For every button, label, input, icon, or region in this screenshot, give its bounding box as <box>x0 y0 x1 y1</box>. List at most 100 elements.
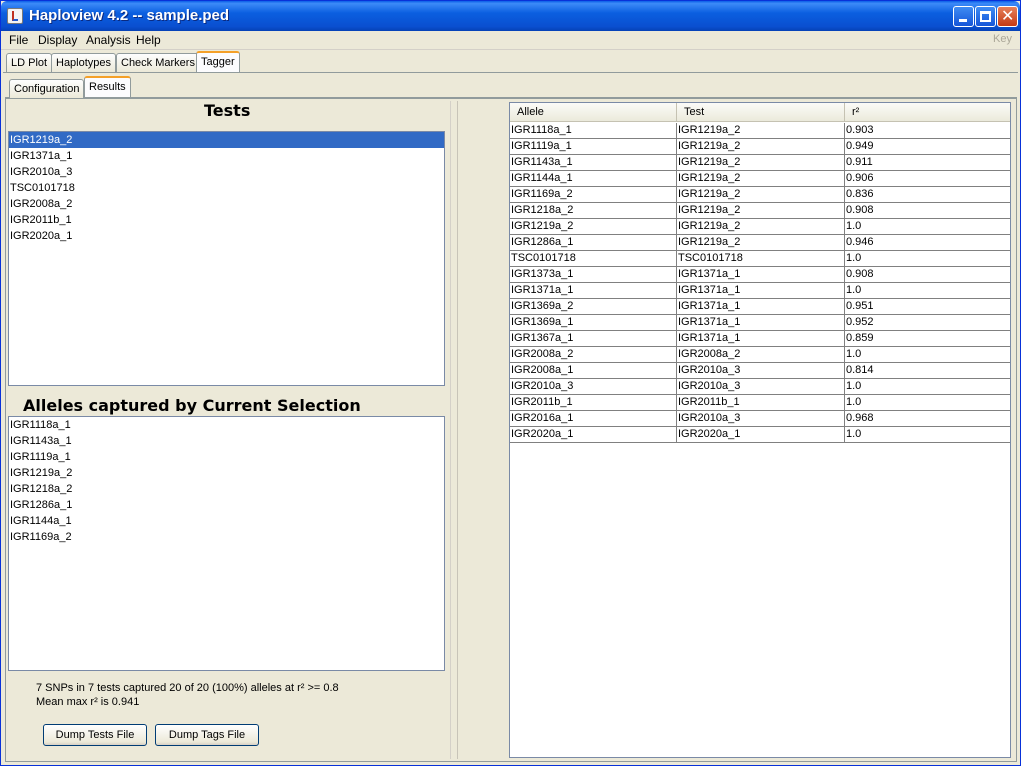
cell-r2: 1.0 <box>845 219 1010 235</box>
cell-test: TSC0101718 <box>677 251 845 267</box>
cell-test: IGR1219a_2 <box>677 171 845 187</box>
test-list-item[interactable]: IGR2020a_1 <box>9 228 444 244</box>
dump-tags-button[interactable]: Dump Tags File <box>155 724 259 746</box>
table-row[interactable]: IGR1286a_1 IGR1219a_2 0.946 <box>510 235 1010 251</box>
tab-check-markers[interactable]: Check Markers <box>116 53 200 72</box>
menu-bar: File Display Analysis Help Key <box>1 31 1020 50</box>
cell-allele: IGR1373a_1 <box>510 267 677 283</box>
allele-list-item[interactable]: IGR1169a_2 <box>9 529 444 545</box>
allele-list-item[interactable]: IGR1144a_1 <box>9 513 444 529</box>
table-row[interactable]: IGR2020a_1 IGR2020a_1 1.0 <box>510 427 1010 443</box>
split-pane-divider[interactable] <box>450 101 458 759</box>
table-row[interactable]: IGR2008a_1 IGR2010a_3 0.814 <box>510 363 1010 379</box>
table-row[interactable]: IGR1369a_1 IGR1371a_1 0.952 <box>510 315 1010 331</box>
column-header-r2[interactable]: r² <box>845 103 1010 122</box>
tests-list[interactable]: IGR1219a_2 IGR1371a_1 IGR2010a_3 TSC0101718… <box>8 131 445 386</box>
dump-tests-button[interactable]: Dump Tests File <box>43 724 147 746</box>
tab-configuration[interactable]: Configuration <box>9 79 85 98</box>
close-icon: ✕ <box>1001 6 1015 25</box>
cell-test: IGR1219a_2 <box>677 203 845 219</box>
cell-r2: 1.0 <box>845 283 1010 299</box>
cell-r2: 1.0 <box>845 427 1010 443</box>
allele-list-item[interactable]: IGR1119a_1 <box>9 449 444 465</box>
cell-allele: IGR1371a_1 <box>510 283 677 299</box>
cell-r2: 0.951 <box>845 299 1010 315</box>
column-header-allele[interactable]: Allele <box>510 103 677 122</box>
tab-ld-plot[interactable]: LD Plot <box>6 53 53 72</box>
allele-list-item[interactable]: IGR1118a_1 <box>9 417 444 433</box>
test-list-item[interactable]: IGR2011b_1 <box>9 212 444 228</box>
cell-r2: 0.908 <box>845 267 1010 283</box>
menu-analysis[interactable]: Analysis <box>86 33 131 47</box>
menu-file[interactable]: File <box>9 33 28 47</box>
table-row[interactable]: IGR2016a_1 IGR2010a_3 0.968 <box>510 411 1010 427</box>
summary-line-1: 7 SNPs in 7 tests captured 20 of 20 (100… <box>36 682 339 694</box>
cell-test: IGR2010a_3 <box>677 411 845 427</box>
key-label: Key <box>993 33 1012 45</box>
cell-allele: IGR2011b_1 <box>510 395 677 411</box>
test-list-item[interactable]: TSC0101718 <box>9 180 444 196</box>
cell-allele: IGR2010a_3 <box>510 379 677 395</box>
maximize-icon <box>980 11 991 22</box>
haploview-window: Haploview 4.2 -- sample.ped ✕ File Displ… <box>0 0 1021 766</box>
table-row[interactable]: IGR2008a_2 IGR2008a_2 1.0 <box>510 347 1010 363</box>
cell-allele: IGR1144a_1 <box>510 171 677 187</box>
cell-allele: IGR1119a_1 <box>510 139 677 155</box>
cell-allele: IGR1369a_2 <box>510 299 677 315</box>
cell-allele: IGR1369a_1 <box>510 315 677 331</box>
allele-list-item[interactable]: IGR1219a_2 <box>9 465 444 481</box>
tab-results[interactable]: Results <box>84 76 131 97</box>
column-header-test[interactable]: Test <box>677 103 845 122</box>
table-row[interactable]: IGR1371a_1 IGR1371a_1 1.0 <box>510 283 1010 299</box>
table-row[interactable]: IGR1219a_2 IGR1219a_2 1.0 <box>510 219 1010 235</box>
cell-r2: 0.968 <box>845 411 1010 427</box>
title-bar[interactable]: Haploview 4.2 -- sample.ped ✕ <box>1 1 1020 31</box>
table-row[interactable]: IGR1143a_1 IGR1219a_2 0.911 <box>510 155 1010 171</box>
table-row[interactable]: IGR1118a_1 IGR1219a_2 0.903 <box>510 123 1010 139</box>
results-table[interactable]: Allele Test r² IGR1118a_1 IGR1219a_2 0.903… <box>509 102 1011 758</box>
cell-allele: IGR2008a_2 <box>510 347 677 363</box>
test-list-item[interactable]: IGR2008a_2 <box>9 196 444 212</box>
tab-tagger[interactable]: Tagger <box>196 51 240 72</box>
cell-allele: IGR1169a_2 <box>510 187 677 203</box>
menu-help[interactable]: Help <box>136 33 161 47</box>
alleles-list[interactable]: IGR1118a_1 IGR1143a_1 IGR1119a_1 IGR1219a_2… <box>8 416 445 671</box>
table-row[interactable]: IGR1367a_1 IGR1371a_1 0.859 <box>510 331 1010 347</box>
menu-display[interactable]: Display <box>38 33 77 47</box>
cell-test: IGR1219a_2 <box>677 187 845 203</box>
cell-allele: IGR1286a_1 <box>510 235 677 251</box>
table-row[interactable]: IGR1169a_2 IGR1219a_2 0.836 <box>510 187 1010 203</box>
cell-test: IGR1371a_1 <box>677 283 845 299</box>
cell-r2: 0.952 <box>845 315 1010 331</box>
cell-test: IGR2010a_3 <box>677 379 845 395</box>
maximize-button[interactable] <box>975 6 996 27</box>
table-row[interactable]: IGR1373a_1 IGR1371a_1 0.908 <box>510 267 1010 283</box>
table-header: Allele Test r² <box>510 103 1010 122</box>
cell-r2: 0.906 <box>845 171 1010 187</box>
allele-list-item[interactable]: IGR1143a_1 <box>9 433 444 449</box>
table-row[interactable]: TSC0101718 TSC0101718 1.0 <box>510 251 1010 267</box>
window-title: Haploview 4.2 -- sample.ped <box>29 7 230 24</box>
close-button[interactable]: ✕ <box>997 6 1018 27</box>
table-row[interactable]: IGR1119a_1 IGR1219a_2 0.949 <box>510 139 1010 155</box>
minimize-icon <box>959 19 967 22</box>
cell-allele: IGR1219a_2 <box>510 219 677 235</box>
cell-test: IGR2011b_1 <box>677 395 845 411</box>
test-list-item[interactable]: IGR2010a_3 <box>9 164 444 180</box>
cell-allele: IGR1218a_2 <box>510 203 677 219</box>
table-row[interactable]: IGR1144a_1 IGR1219a_2 0.906 <box>510 171 1010 187</box>
cell-test: IGR1219a_2 <box>677 235 845 251</box>
test-list-item[interactable]: IGR1219a_2 <box>9 132 444 148</box>
cell-allele: IGR2016a_1 <box>510 411 677 427</box>
table-row[interactable]: IGR2011b_1 IGR2011b_1 1.0 <box>510 395 1010 411</box>
table-row[interactable]: IGR1218a_2 IGR1219a_2 0.908 <box>510 203 1010 219</box>
minimize-button[interactable] <box>953 6 974 27</box>
java-app-icon[interactable] <box>7 8 23 24</box>
cell-allele: IGR2008a_1 <box>510 363 677 379</box>
allele-list-item[interactable]: IGR1218a_2 <box>9 481 444 497</box>
test-list-item[interactable]: IGR1371a_1 <box>9 148 444 164</box>
tab-haplotypes[interactable]: Haplotypes <box>51 53 117 72</box>
table-row[interactable]: IGR1369a_2 IGR1371a_1 0.951 <box>510 299 1010 315</box>
table-row[interactable]: IGR2010a_3 IGR2010a_3 1.0 <box>510 379 1010 395</box>
allele-list-item[interactable]: IGR1286a_1 <box>9 497 444 513</box>
